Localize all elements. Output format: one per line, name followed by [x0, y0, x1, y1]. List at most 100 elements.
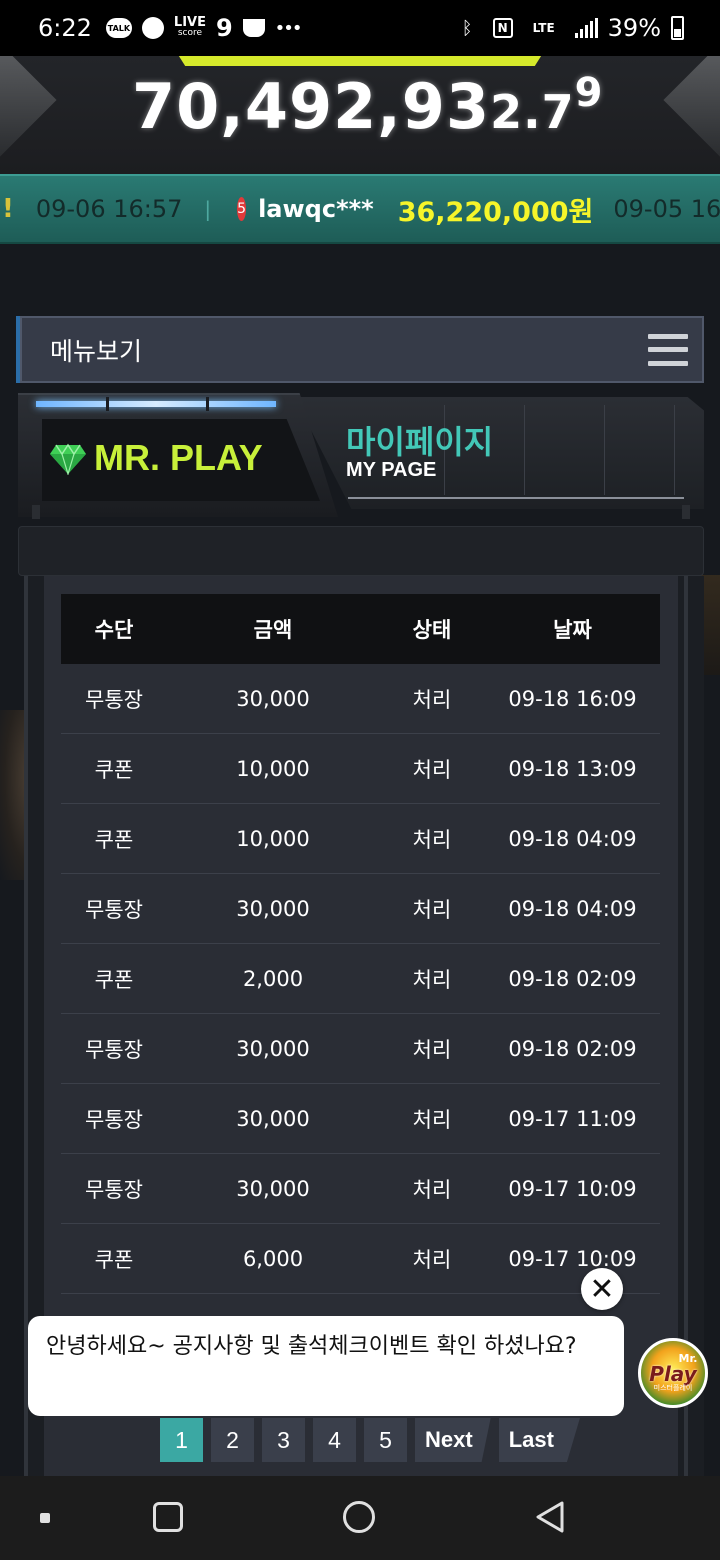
menu-label: 메뉴보기: [50, 336, 143, 366]
ticker-user: lawqc***: [258, 195, 374, 223]
cell-status: 처리: [412, 827, 452, 852]
chat-avatar[interactable]: Mr. Play 미스터플레이: [638, 1338, 708, 1408]
table-row: 무통장 30,000 처리 09-17 11:09: [61, 1084, 660, 1154]
nine-app-icon: 9: [215, 14, 233, 42]
cell-method: 무통장: [85, 1037, 143, 1062]
more-notifications-icon: •••: [274, 17, 303, 39]
cell-amount: 30,000: [236, 1036, 310, 1061]
header-status: 상태: [412, 618, 452, 642]
cell-status: 처리: [412, 1247, 452, 1272]
cell-method: 무통장: [85, 1177, 143, 1202]
cell-method: 무통장: [85, 1107, 143, 1132]
bluetooth-icon: ᛒ: [461, 17, 473, 39]
cell-date: 09-17 10:09: [508, 1176, 637, 1201]
brand-header: MR. PLAY 마이페이지 MY PAGE: [18, 393, 704, 523]
navigation-bar: [0, 1476, 720, 1560]
chat-close-button[interactable]: ✕: [581, 1268, 623, 1310]
page-5-button[interactable]: 5: [364, 1418, 407, 1462]
cell-status: 처리: [412, 967, 452, 992]
status-bar: 6:22 TALK LIVE score 9 ••• ᛒ N LTE 39%: [0, 0, 720, 56]
cell-date: 09-18 02:09: [508, 1036, 637, 1061]
brand-logo-text[interactable]: MR. PLAY: [94, 437, 263, 479]
cell-date: 09-17 10:09: [508, 1246, 637, 1271]
jackpot-deco-right: [663, 56, 720, 157]
cell-date: 09-18 04:09: [508, 896, 637, 921]
menu-dot-icon[interactable]: [40, 1513, 50, 1523]
cell-amount: 10,000: [236, 826, 310, 851]
pagination: 1 2 3 4 5 Next Last: [160, 1418, 580, 1462]
sports-ball-icon: [141, 17, 164, 39]
brand-light-bar: [36, 401, 276, 407]
page-2-button[interactable]: 2: [211, 1418, 254, 1462]
cell-method: 무통장: [85, 687, 143, 712]
cell-date: 09-18 02:09: [508, 966, 637, 991]
jackpot-amount-decimal: 2.7: [490, 85, 575, 139]
header-amount: 금액: [253, 618, 293, 642]
table-row: 무통장 30,000 처리 09-18 16:09: [61, 664, 660, 734]
cell-method: 쿠폰: [94, 757, 134, 782]
cell-amount: 10,000: [236, 756, 310, 781]
cell-status: 처리: [412, 1107, 452, 1132]
page-3-button[interactable]: 3: [262, 1418, 305, 1462]
home-icon[interactable]: [343, 1501, 375, 1533]
cell-status: 처리: [412, 687, 452, 712]
recent-apps-icon[interactable]: [153, 1502, 183, 1532]
table-body: 무통장 30,000 처리 09-18 16:09 쿠폰 10,000 처리 09-18 13…: [61, 664, 660, 1294]
header-date: 날짜: [553, 618, 592, 642]
table-row: 쿠폰 2,000 처리 09-18 02:09: [61, 944, 660, 1014]
jackpot-amount-rolling-digit: 9: [574, 70, 604, 116]
cell-amount: 2,000: [242, 966, 304, 991]
livescore-score-text: score: [177, 28, 203, 38]
table-row: 무통장 30,000 처리 09-17 10:09: [61, 1154, 660, 1224]
cell-amount: 6,000: [242, 1246, 304, 1271]
cell-date: 09-18 13:09: [508, 756, 637, 781]
livescore-live-text: LIVE: [173, 15, 206, 30]
frame-leg: [682, 505, 690, 519]
status-right-group: ᛒ N LTE 39%: [462, 14, 684, 42]
cell-amount: 30,000: [236, 896, 310, 921]
kakaotalk-icon: TALK: [105, 18, 132, 38]
battery-percent: 39%: [607, 14, 661, 42]
winners-ticker: ! 09-06 16:57 | 5 lawqc*** 36,220,000원 0…: [0, 174, 720, 244]
nfc-icon: N: [492, 18, 513, 38]
cell-status: 처리: [412, 1037, 452, 1062]
menu-bar[interactable]: 메뉴보기: [20, 316, 704, 383]
ticker-amount: 36,220,000원: [397, 196, 594, 228]
jackpot-amount-main: 70,492,93: [132, 70, 491, 143]
avatar-sub-text: 미스터플레이: [653, 1384, 693, 1392]
ticker-date: 09-06 16:57: [35, 195, 183, 223]
table-row: 쿠폰 10,000 처리 09-18 04:09: [61, 804, 660, 874]
cell-status: 처리: [412, 757, 452, 782]
cell-amount: 30,000: [236, 1106, 310, 1131]
table-header: 수단 금액 상태 날짜: [61, 594, 660, 664]
coffee-cup-icon: [242, 19, 265, 37]
brand-light-tick: [206, 397, 209, 411]
hamburger-icon[interactable]: [648, 333, 688, 366]
jackpot-title-strip: [170, 56, 550, 66]
avatar-name-text: Play: [649, 1362, 697, 1386]
page-title-underline: [348, 497, 684, 499]
page-1-button[interactable]: 1: [160, 1418, 203, 1462]
chat-message-bubble[interactable]: 안녕하세요~ 공지사항 및 출석체크이벤트 확인 하셨나요?: [28, 1316, 624, 1416]
header-method: 수단: [94, 618, 134, 642]
diamond-icon: [50, 443, 86, 475]
ticker-date-next: 09-05 16: [613, 195, 720, 223]
next-page-button[interactable]: Next: [415, 1418, 491, 1462]
brand-light-tick: [106, 397, 109, 411]
ticker-lead-mark: !: [2, 194, 14, 224]
cell-amount: 30,000: [236, 686, 310, 711]
rank-badge: 5: [237, 197, 247, 221]
table-row: 쿠폰 6,000 처리 09-17 10:09: [61, 1224, 660, 1294]
ticker-separator: |: [204, 197, 212, 221]
page-4-button[interactable]: 4: [313, 1418, 356, 1462]
history-table: 수단 금액 상태 날짜 무통장 30,000 처리 09-18 16:09 쿠폰 10,0…: [61, 594, 660, 1294]
jackpot-banner: 70,492,932.79: [0, 56, 720, 174]
page-subtitle: MY PAGE: [346, 459, 437, 481]
battery-icon: [671, 16, 684, 40]
signal-icon: [574, 18, 598, 38]
page-title: 마이페이지: [346, 423, 494, 461]
jackpot-amount: 70,492,932.79: [132, 70, 603, 143]
last-page-button[interactable]: Last: [498, 1418, 580, 1462]
back-icon[interactable]: [534, 1500, 566, 1534]
cell-status: 처리: [412, 1177, 452, 1202]
